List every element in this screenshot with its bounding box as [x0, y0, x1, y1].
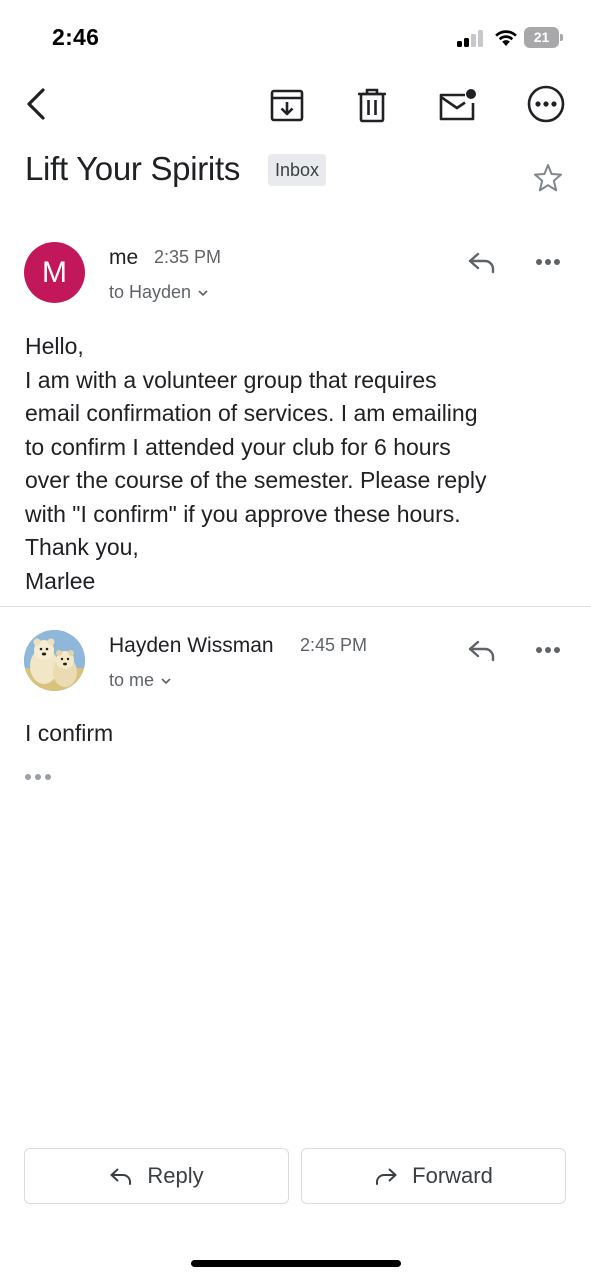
- message-body: Hello, I am with a volunteer group that …: [25, 333, 487, 594]
- sender-avatar[interactable]: M: [24, 242, 85, 303]
- reply-icon: [110, 1168, 132, 1185]
- message-reply-button[interactable]: [462, 242, 502, 282]
- reply-button-label: Reply: [147, 1163, 204, 1188]
- more-dots-icon: [536, 647, 560, 653]
- mark-unread-button[interactable]: [433, 82, 481, 128]
- star-button[interactable]: [530, 160, 566, 196]
- recipient-label: to Hayden: [109, 282, 192, 302]
- trash-icon: [358, 88, 386, 123]
- wifi-icon: [495, 30, 517, 46]
- reply-icon: [468, 252, 495, 274]
- more-options-button[interactable]: [522, 80, 570, 128]
- message-body: I confirm: [25, 720, 114, 746]
- delete-button[interactable]: [349, 82, 395, 128]
- home-indicator[interactable]: [191, 1260, 401, 1267]
- show-trimmed-content-button[interactable]: [25, 768, 55, 786]
- more-horizontal-circle-icon: [527, 85, 565, 123]
- message-more-button[interactable]: [528, 630, 568, 670]
- message-divider: [0, 606, 591, 607]
- message-reply-button[interactable]: [462, 630, 502, 670]
- forward-button-label: Forward: [412, 1163, 493, 1188]
- more-dots-icon: [536, 259, 560, 265]
- star-outline-icon: [534, 164, 562, 192]
- message-more-button[interactable]: [528, 242, 568, 282]
- message-time: 2:35 PM: [154, 247, 222, 267]
- back-arrow-icon: [27, 88, 45, 120]
- thread-subject: Lift Your Spirits: [25, 150, 241, 187]
- archive-button[interactable]: [264, 82, 310, 128]
- forward-button[interactable]: Forward: [301, 1148, 566, 1204]
- sender-avatar-photo[interactable]: [24, 630, 85, 691]
- sender-name: me: [109, 246, 139, 269]
- battery-icon: 21: [524, 27, 563, 48]
- sender-name: Hayden Wissman: [109, 634, 274, 657]
- polar-bears-photo-avatar: [24, 630, 85, 691]
- reply-icon: [468, 640, 495, 662]
- message-time: 2:45 PM: [300, 635, 368, 655]
- chevron-down-icon: [198, 289, 208, 296]
- recipient-label: to me: [109, 670, 155, 690]
- status-bar: 2:46 21: [0, 0, 591, 70]
- battery-level: 21: [533, 29, 550, 45]
- forward-icon: [376, 1168, 397, 1185]
- chevron-down-icon: [161, 677, 171, 684]
- archive-icon: [270, 89, 304, 122]
- reply-button[interactable]: Reply: [24, 1148, 289, 1204]
- inbox-label-chip[interactable]: Inbox: [268, 154, 327, 186]
- back-button[interactable]: [14, 82, 58, 126]
- status-time: 2:46: [52, 24, 100, 50]
- recipient-details-toggle[interactable]: to Hayden: [109, 282, 209, 303]
- recipient-details-toggle[interactable]: to me: [109, 670, 172, 691]
- signal-icon: [457, 30, 485, 47]
- mark-unread-icon: [439, 89, 476, 121]
